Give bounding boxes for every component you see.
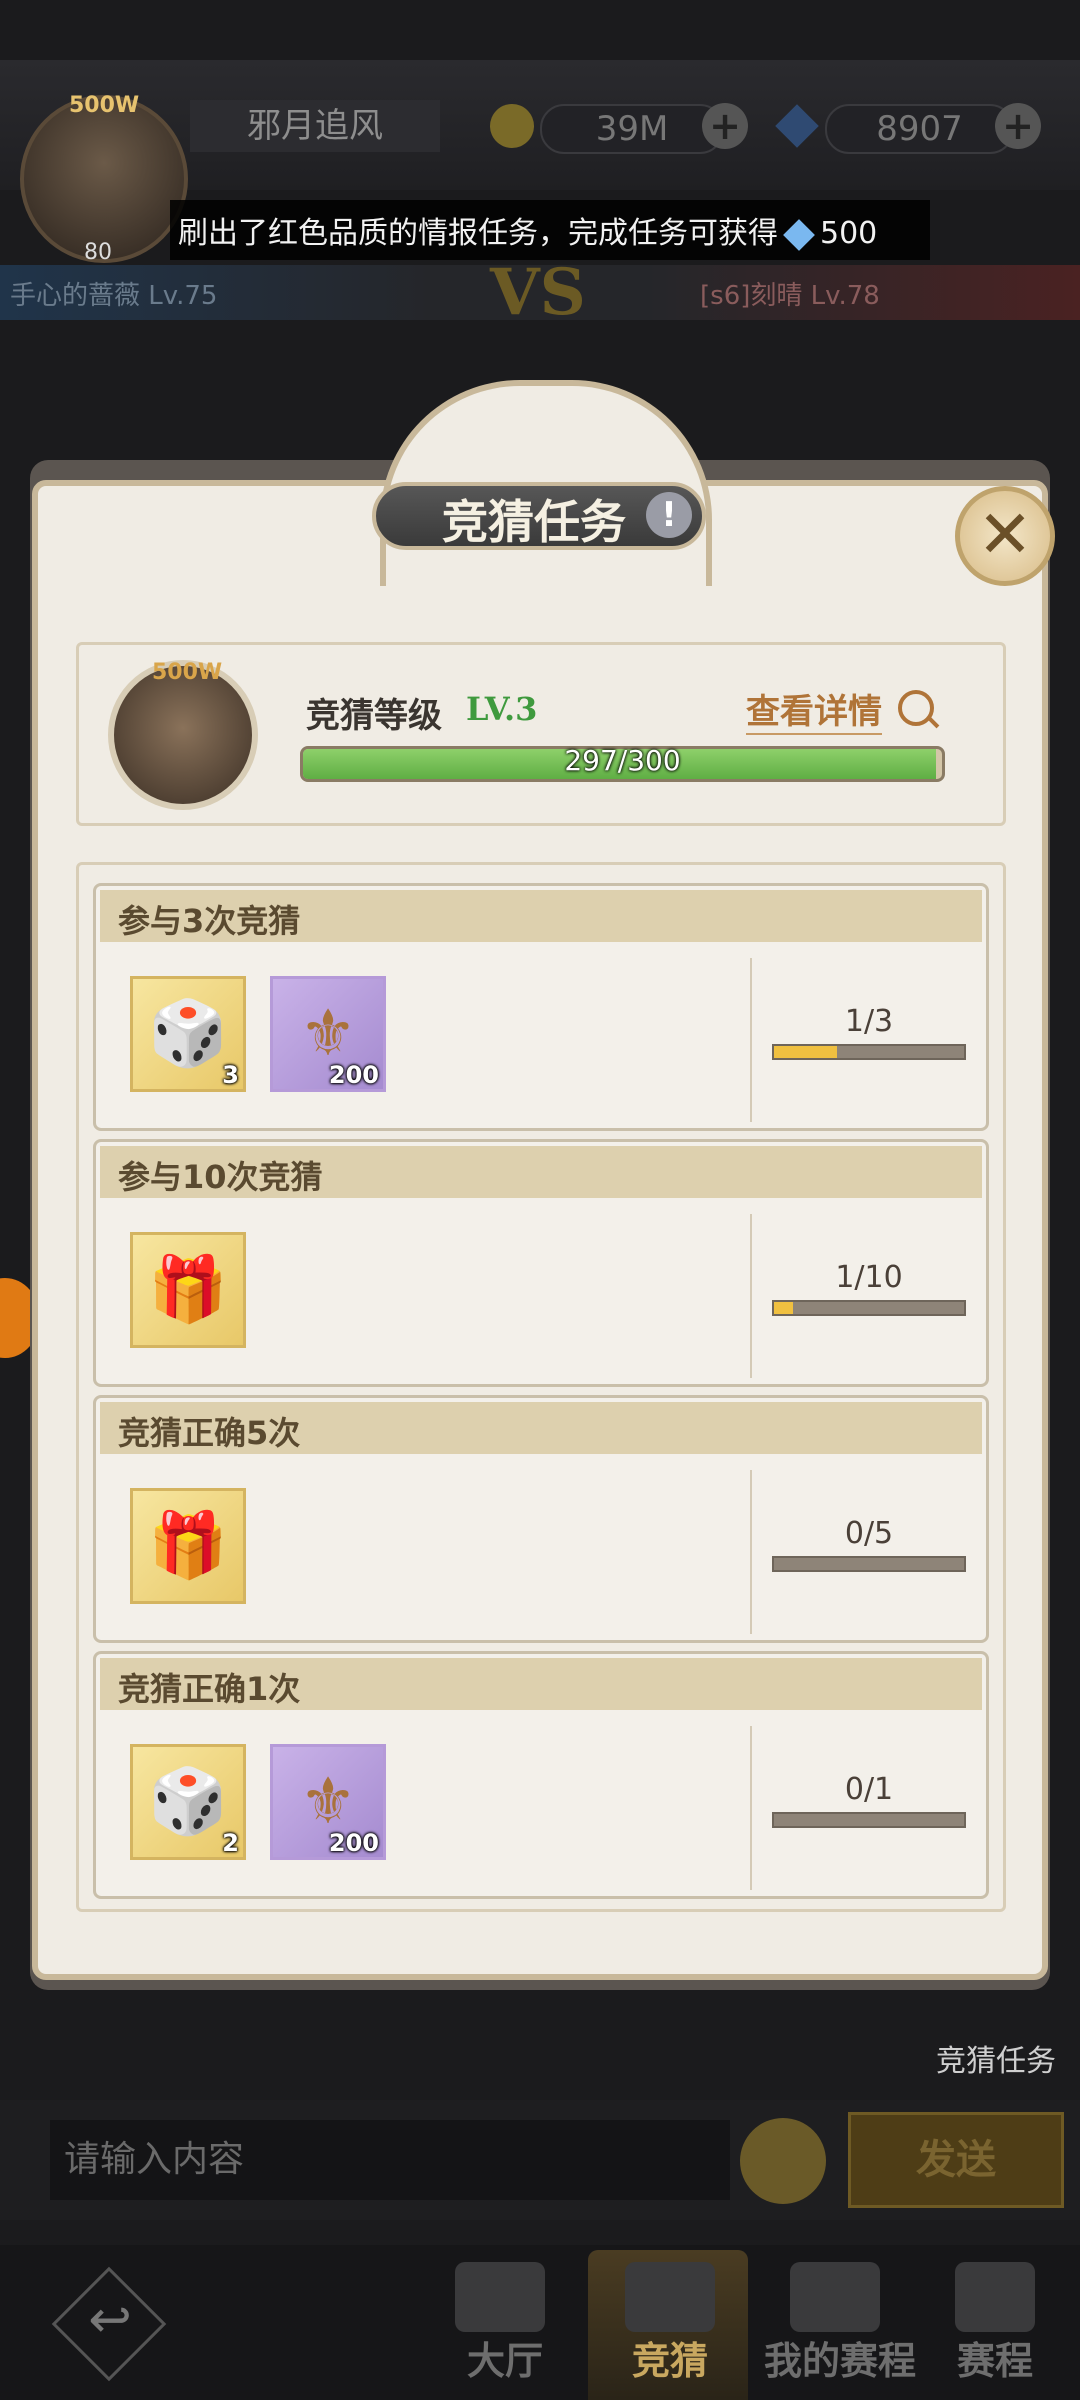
gold-coin-icon xyxy=(490,104,534,148)
task-title: 竞猜正确1次 xyxy=(118,1670,301,1708)
medal-icon[interactable]: ⚜ 200 xyxy=(270,976,386,1092)
task-progress-text: 1/10 xyxy=(835,1260,903,1295)
close-button[interactable]: ✕ xyxy=(955,486,1055,586)
send-button[interactable]: 发送 xyxy=(848,2112,1064,2208)
avatar-level: 80 xyxy=(84,240,112,265)
task-progress-bar xyxy=(772,1556,966,1572)
vs-label: VS xyxy=(490,255,586,330)
notice-reward: 500 xyxy=(820,216,878,251)
divider xyxy=(750,1214,752,1378)
gold-amount: 39M xyxy=(540,104,724,154)
task-header: 参与3次竞猜 xyxy=(100,890,982,942)
exp-text: 297/300 xyxy=(564,744,681,777)
divider xyxy=(750,1726,752,1890)
task-progress-text: 0/1 xyxy=(844,1772,894,1807)
level-value: LV.3 xyxy=(466,690,538,728)
task-progress-bar xyxy=(772,1300,966,1316)
level-avatar: 500W xyxy=(108,660,258,810)
gift-box-icon[interactable]: 🎁 xyxy=(130,1488,246,1604)
reward-count: 3 xyxy=(222,1061,239,1089)
nav-guess[interactable]: 竞猜 xyxy=(590,2330,750,2385)
task-progress-text: 0/5 xyxy=(844,1516,894,1551)
task-title: 参与10次竞猜 xyxy=(118,1158,323,1196)
bracket-icon xyxy=(790,2262,880,2332)
back-icon[interactable]: ↩ xyxy=(70,2290,150,2350)
player-name: 邪月追风 xyxy=(190,100,440,152)
task-card: 参与10次竞猜 🎁 1/10 xyxy=(93,1139,989,1387)
task-card: 参与3次竞猜 🎲 3 ⚜ 200 1/3 xyxy=(93,883,989,1131)
task-header: 竞猜正确5次 xyxy=(100,1402,982,1454)
crown-icon xyxy=(455,2262,545,2332)
reward-count: 200 xyxy=(328,1829,379,1857)
task-list[interactable]: 参与3次竞猜 🎲 3 ⚜ 200 1/3 参与10次竞猜 🎁 1/10 竞猜正确5次 🎁 0/5 竞猜正… xyxy=(76,862,1006,1912)
chat-input[interactable]: 请输入内容 xyxy=(50,2120,730,2200)
add-gold-icon[interactable]: + xyxy=(702,103,748,149)
task-card: 竞猜正确1次 🎲 2 ⚜ 200 0/1 xyxy=(93,1651,989,1899)
player-left: 手心的蔷薇 Lv.75 xyxy=(10,281,218,311)
task-progress-fill xyxy=(774,1302,793,1314)
task-progress-text: 1/3 xyxy=(844,1004,894,1039)
schedule-icon xyxy=(955,2262,1035,2332)
dice-token-icon[interactable]: 🎲 3 xyxy=(130,976,246,1092)
task-progress-fill xyxy=(774,1046,838,1058)
add-diamond-icon[interactable]: + xyxy=(995,103,1041,149)
diamond-icon xyxy=(783,218,815,251)
emoji-button[interactable] xyxy=(740,2118,826,2204)
task-title: 竞猜正确5次 xyxy=(118,1414,301,1452)
gift-box-icon[interactable]: 🎁 xyxy=(130,1232,246,1348)
side-quest-label[interactable]: 竞猜任务 xyxy=(936,2036,1056,2080)
divider xyxy=(750,1470,752,1634)
task-header: 参与10次竞猜 xyxy=(100,1146,982,1198)
avatar-tag: 500W xyxy=(69,93,140,118)
reward-count: 2 xyxy=(222,1829,239,1857)
notice-message: 刷出了红色品质的情报任务，完成任务可获得 xyxy=(178,216,778,251)
nav-my-schedule[interactable]: 我的赛程 xyxy=(755,2330,925,2385)
info-icon[interactable]: ! xyxy=(646,492,692,538)
gift-box-icon-glyph: 🎁 xyxy=(148,1509,228,1583)
task-progress-bar xyxy=(772,1812,966,1828)
search-icon[interactable] xyxy=(898,690,934,726)
dice-token-icon[interactable]: 🎲 2 xyxy=(130,1744,246,1860)
dice-icon xyxy=(625,2262,715,2332)
reward-count: 200 xyxy=(328,1061,379,1089)
task-progress-bar xyxy=(772,1044,966,1060)
notice-text: 刷出了红色品质的情报任务，完成任务可获得 500 xyxy=(178,208,877,252)
divider xyxy=(750,958,752,1122)
nav-schedule[interactable]: 赛程 xyxy=(930,2330,1060,2385)
diamond-amount: 8907 xyxy=(825,104,1014,154)
level-label: 竞猜等级 xyxy=(306,696,442,736)
nav-lobby[interactable]: 大厅 xyxy=(425,2330,585,2385)
task-header: 竞猜正确1次 xyxy=(100,1658,982,1710)
task-title: 参与3次竞猜 xyxy=(118,902,301,940)
player-avatar[interactable]: 500W 80 xyxy=(20,93,188,265)
task-card: 竞猜正确5次 🎁 0/5 xyxy=(93,1395,989,1643)
player-right: [s6]刻晴 Lv.78 xyxy=(700,281,880,311)
dialog-title: 竞猜任务 xyxy=(442,495,626,549)
gift-box-icon-glyph: 🎁 xyxy=(148,1253,228,1327)
view-details-link[interactable]: 查看详情 xyxy=(746,684,882,735)
avatar-tag: 500W xyxy=(152,660,223,685)
medal-icon[interactable]: ⚜ 200 xyxy=(270,1744,386,1860)
